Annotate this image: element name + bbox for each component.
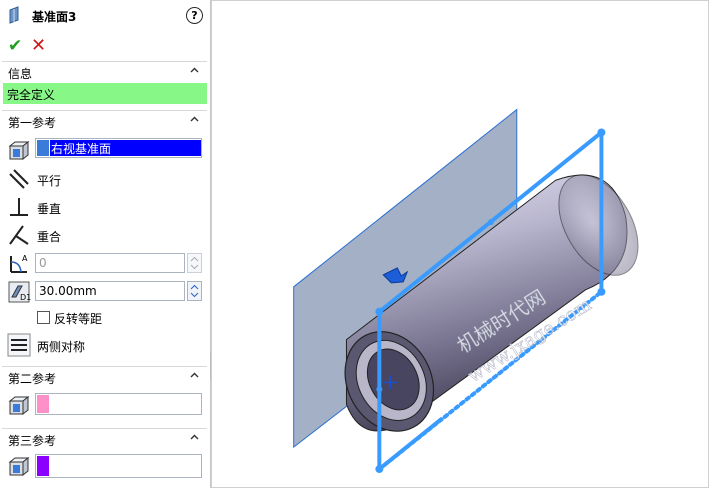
parallel-icon[interactable] [7,167,31,191]
third-ref-swatch [37,456,49,476]
plane-icon [9,6,19,24]
coincident-icon[interactable] [7,223,31,247]
svg-text:A: A [22,254,28,263]
second-ref-section-title: 第二参考 [8,372,57,386]
chevron-up-icon [190,372,199,378]
flip-offset-label[interactable]: 反转等距 [54,310,102,327]
distance-input[interactable]: 30.00mm [35,281,185,301]
perpendicular-icon[interactable] [7,195,31,219]
second-ref-section-header[interactable]: 第二参考 [2,366,207,387]
coincident-label[interactable]: 重合 [37,228,61,245]
distance-spinner[interactable] [187,281,202,301]
first-ref-section-header[interactable]: 第一参考 [2,110,207,131]
third-reference-field[interactable] [35,454,202,478]
distance-icon: D1 [8,281,31,303]
chevron-up-icon [190,116,199,122]
mid-plane-icon[interactable] [7,333,31,357]
reference-entity-icon [8,395,30,416]
status-badge: 完全定义 [3,83,207,104]
angle-spinner[interactable] [187,253,202,273]
angle-value: 0 [39,256,47,270]
perpendicular-label[interactable]: 垂直 [37,200,61,217]
angle-input[interactable]: 0 [35,253,185,273]
distance-value: 30.00mm [39,284,97,298]
ok-button[interactable]: ✔ [8,36,22,56]
svg-text:D1: D1 [20,293,31,302]
chevron-up-icon [190,67,199,73]
mid-plane-label[interactable]: 两侧对称 [37,338,85,355]
property-manager-panel: 基准面3 ? ✔ ✕ 信息 完全定义 第一参考 右视基准面 平行 垂直 重合 A… [0,0,211,488]
help-button[interactable]: ? [186,7,203,24]
info-section-title: 信息 [8,67,33,81]
parallel-label[interactable]: 平行 [37,172,61,189]
feature-title: 基准面3 [32,10,77,24]
cancel-button[interactable]: ✕ [31,35,46,56]
third-ref-section-header[interactable]: 第三参考 [2,428,207,449]
reference-entity-icon [8,140,30,161]
status-text: 完全定义 [7,88,56,102]
first-reference-field[interactable]: 右视基准面 [35,138,202,158]
angle-icon: A [10,254,28,273]
third-ref-section-title: 第三参考 [8,434,57,448]
first-ref-swatch [37,140,49,156]
second-reference-field[interactable] [35,393,202,415]
second-ref-swatch [37,395,49,413]
first-ref-section-title: 第一参考 [8,116,57,130]
spinner-arrows-icon [190,284,199,298]
graphics-viewport[interactable]: 机械时代网 www.jxage.com [211,0,709,488]
reference-entity-icon [8,456,30,477]
spinner-arrows-icon [190,256,199,270]
info-section-header[interactable]: 信息 [2,61,207,82]
chevron-up-icon [190,434,199,440]
flip-offset-checkbox[interactable] [37,311,50,324]
first-ref-selection: 右视基准面 [50,140,201,156]
